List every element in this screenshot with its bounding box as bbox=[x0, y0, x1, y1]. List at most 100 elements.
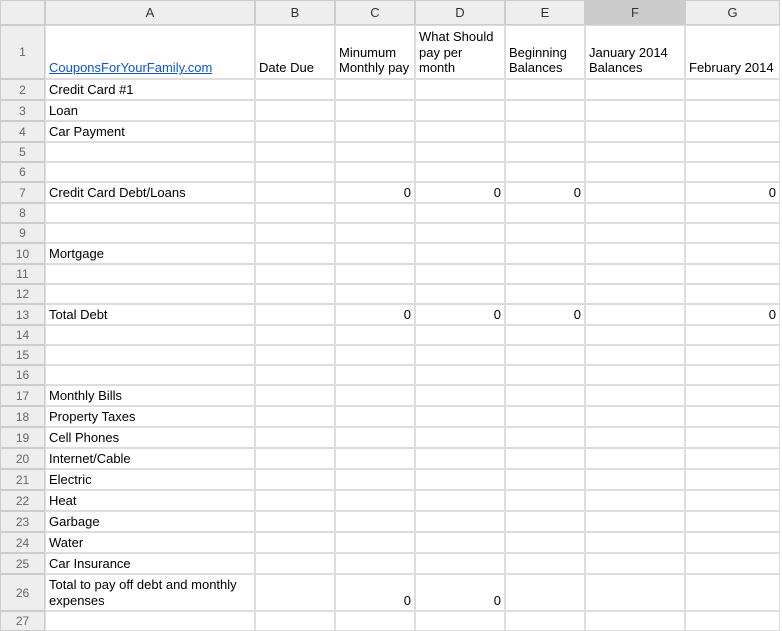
cell-G27[interactable] bbox=[685, 611, 780, 631]
cell-D5[interactable] bbox=[415, 142, 505, 162]
select-all-corner[interactable] bbox=[0, 0, 45, 25]
cell-G8[interactable] bbox=[685, 203, 780, 223]
cell-G21[interactable] bbox=[685, 469, 780, 490]
cell-A12[interactable] bbox=[45, 284, 255, 304]
cell-G20[interactable] bbox=[685, 448, 780, 469]
cell-A27[interactable] bbox=[45, 611, 255, 631]
cell-E14[interactable] bbox=[505, 325, 585, 345]
row-header-5[interactable]: 5 bbox=[0, 142, 45, 162]
column-header-D[interactable]: D bbox=[415, 0, 505, 25]
cell-C16[interactable] bbox=[335, 365, 415, 385]
cell-C15[interactable] bbox=[335, 345, 415, 365]
cell-C12[interactable] bbox=[335, 284, 415, 304]
cell-A16[interactable] bbox=[45, 365, 255, 385]
cell-E16[interactable] bbox=[505, 365, 585, 385]
cell-G6[interactable] bbox=[685, 162, 780, 182]
row-header-9[interactable]: 9 bbox=[0, 223, 45, 243]
cell-C26[interactable]: 0 bbox=[335, 574, 415, 611]
cell-C18[interactable] bbox=[335, 406, 415, 427]
cell-C4[interactable] bbox=[335, 121, 415, 142]
column-header-F[interactable]: F bbox=[585, 0, 685, 25]
cell-D25[interactable] bbox=[415, 553, 505, 574]
cell-G25[interactable] bbox=[685, 553, 780, 574]
cell-F26[interactable] bbox=[585, 574, 685, 611]
cell-F3[interactable] bbox=[585, 100, 685, 121]
cell-B9[interactable] bbox=[255, 223, 335, 243]
link-A1[interactable]: CouponsForYourFamily.com bbox=[49, 60, 212, 76]
cell-E17[interactable] bbox=[505, 385, 585, 406]
cell-F23[interactable] bbox=[585, 511, 685, 532]
cell-E12[interactable] bbox=[505, 284, 585, 304]
cell-E8[interactable] bbox=[505, 203, 585, 223]
row-header-10[interactable]: 10 bbox=[0, 243, 45, 264]
cell-C19[interactable] bbox=[335, 427, 415, 448]
cell-A14[interactable] bbox=[45, 325, 255, 345]
cell-F10[interactable] bbox=[585, 243, 685, 264]
cell-E27[interactable] bbox=[505, 611, 585, 631]
cell-A5[interactable] bbox=[45, 142, 255, 162]
cell-B4[interactable] bbox=[255, 121, 335, 142]
cell-B25[interactable] bbox=[255, 553, 335, 574]
cell-G14[interactable] bbox=[685, 325, 780, 345]
cell-G19[interactable] bbox=[685, 427, 780, 448]
row-header-7[interactable]: 7 bbox=[0, 182, 45, 203]
cell-G23[interactable] bbox=[685, 511, 780, 532]
cell-A21[interactable]: Electric bbox=[45, 469, 255, 490]
cell-D12[interactable] bbox=[415, 284, 505, 304]
cell-B14[interactable] bbox=[255, 325, 335, 345]
cell-B27[interactable] bbox=[255, 611, 335, 631]
cell-C20[interactable] bbox=[335, 448, 415, 469]
cell-F22[interactable] bbox=[585, 490, 685, 511]
cell-A20[interactable]: Internet/Cable bbox=[45, 448, 255, 469]
cell-G9[interactable] bbox=[685, 223, 780, 243]
row-header-25[interactable]: 25 bbox=[0, 553, 45, 574]
cell-B11[interactable] bbox=[255, 264, 335, 284]
row-header-14[interactable]: 14 bbox=[0, 325, 45, 345]
cell-G7[interactable]: 0 bbox=[685, 182, 780, 203]
cell-C5[interactable] bbox=[335, 142, 415, 162]
row-header-3[interactable]: 3 bbox=[0, 100, 45, 121]
cell-A2[interactable]: Credit Card #1 bbox=[45, 79, 255, 100]
cell-D17[interactable] bbox=[415, 385, 505, 406]
cell-D7[interactable]: 0 bbox=[415, 182, 505, 203]
cell-G11[interactable] bbox=[685, 264, 780, 284]
cell-D20[interactable] bbox=[415, 448, 505, 469]
cell-G4[interactable] bbox=[685, 121, 780, 142]
row-header-17[interactable]: 17 bbox=[0, 385, 45, 406]
row-header-12[interactable]: 12 bbox=[0, 284, 45, 304]
cell-F2[interactable] bbox=[585, 79, 685, 100]
cell-F18[interactable] bbox=[585, 406, 685, 427]
row-header-26[interactable]: 26 bbox=[0, 574, 45, 611]
row-header-21[interactable]: 21 bbox=[0, 469, 45, 490]
cell-E11[interactable] bbox=[505, 264, 585, 284]
cell-E4[interactable] bbox=[505, 121, 585, 142]
row-header-22[interactable]: 22 bbox=[0, 490, 45, 511]
cell-F15[interactable] bbox=[585, 345, 685, 365]
cell-G1[interactable]: February 2014 bbox=[685, 25, 780, 79]
cell-C27[interactable] bbox=[335, 611, 415, 631]
cell-D11[interactable] bbox=[415, 264, 505, 284]
cell-A15[interactable] bbox=[45, 345, 255, 365]
row-header-15[interactable]: 15 bbox=[0, 345, 45, 365]
cell-E22[interactable] bbox=[505, 490, 585, 511]
cell-B24[interactable] bbox=[255, 532, 335, 553]
cell-C3[interactable] bbox=[335, 100, 415, 121]
cell-G16[interactable] bbox=[685, 365, 780, 385]
cell-D26[interactable]: 0 bbox=[415, 574, 505, 611]
cell-B5[interactable] bbox=[255, 142, 335, 162]
cell-F1[interactable]: January 2014 Balances bbox=[585, 25, 685, 79]
cell-D1[interactable]: What Should pay per month bbox=[415, 25, 505, 79]
cell-A24[interactable]: Water bbox=[45, 532, 255, 553]
cell-E26[interactable] bbox=[505, 574, 585, 611]
cell-E25[interactable] bbox=[505, 553, 585, 574]
cell-G22[interactable] bbox=[685, 490, 780, 511]
cell-C7[interactable]: 0 bbox=[335, 182, 415, 203]
cell-D16[interactable] bbox=[415, 365, 505, 385]
cell-F14[interactable] bbox=[585, 325, 685, 345]
cell-F7[interactable] bbox=[585, 182, 685, 203]
cell-D10[interactable] bbox=[415, 243, 505, 264]
row-header-23[interactable]: 23 bbox=[0, 511, 45, 532]
cell-D21[interactable] bbox=[415, 469, 505, 490]
cell-A25[interactable]: Car Insurance bbox=[45, 553, 255, 574]
row-header-19[interactable]: 19 bbox=[0, 427, 45, 448]
